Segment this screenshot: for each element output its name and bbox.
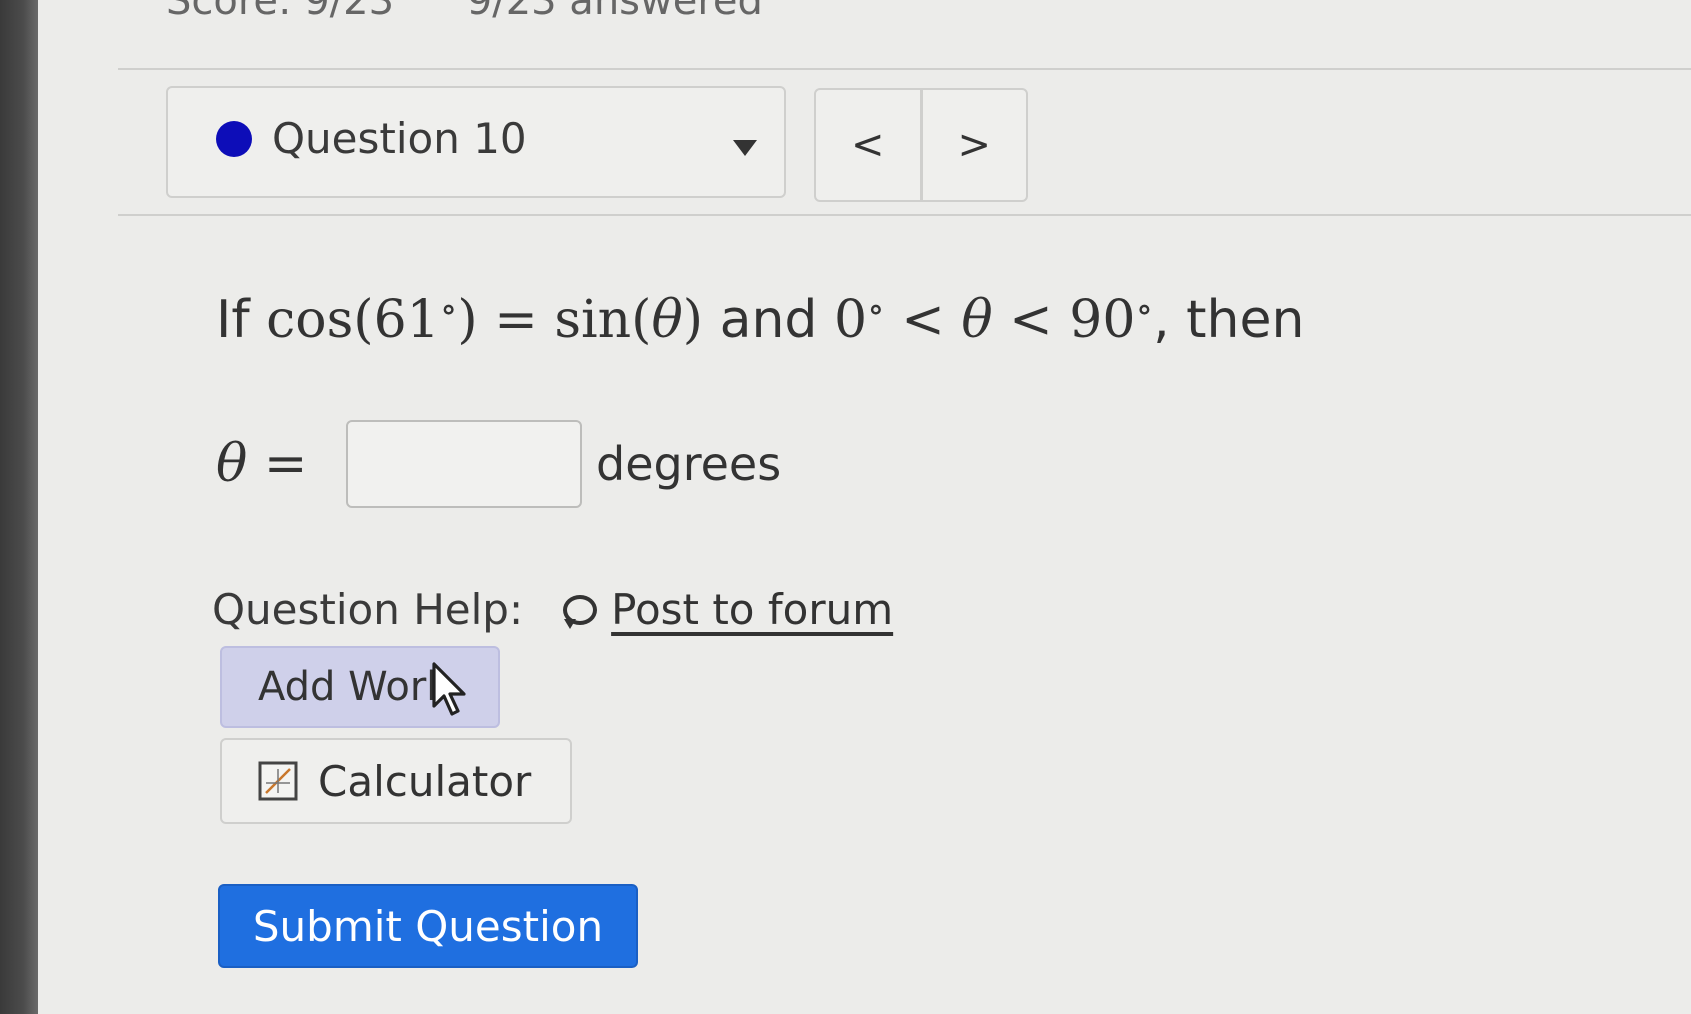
header-divider — [118, 214, 1691, 216]
next-question-button[interactable]: > — [919, 90, 1027, 200]
prompt-cos-close: ) — [457, 290, 478, 350]
score-line: Score: 9/23 9/23 answered — [166, 0, 823, 24]
degree-symbol: ∘ — [1135, 289, 1154, 330]
degree-symbol: ∘ — [867, 289, 885, 330]
prompt-theta: θ — [961, 290, 993, 350]
prompt-sin: sin( — [554, 290, 652, 350]
mouse-pointer-icon — [432, 662, 466, 716]
calculator-icon — [258, 761, 298, 801]
answer-equals: = — [247, 434, 308, 494]
calculator-label: Calculator — [318, 756, 532, 806]
unit-label: degrees — [596, 437, 782, 491]
question-help: Question Help: Post to forum — [212, 585, 893, 634]
previous-question-button[interactable]: < — [816, 90, 920, 200]
prompt-theta: θ — [651, 290, 683, 350]
prompt-then: , then — [1153, 290, 1305, 350]
screen: Score: 9/23 9/23 answered Question 10 < … — [38, 0, 1691, 1014]
answer-input[interactable] — [346, 420, 582, 508]
question-text: If cos(61∘) = sin(θ) and 0∘ < θ < 90∘, t… — [216, 289, 1305, 350]
answer-theta: θ — [216, 434, 248, 494]
answer-label: θ = — [216, 434, 346, 494]
score-text: Score: 9/23 — [166, 0, 395, 24]
monitor-bezel — [0, 0, 38, 1014]
prompt-equals: = — [477, 290, 555, 350]
question-help-label: Question Help: — [212, 585, 524, 634]
caret-down-icon — [733, 140, 757, 156]
chat-bubble-icon[interactable] — [563, 594, 598, 629]
degree-symbol: ∘ — [439, 289, 458, 330]
prompt-cos: cos(61 — [266, 290, 440, 350]
question-status-dot — [216, 121, 252, 157]
top-divider — [118, 68, 1691, 70]
post-to-forum-link[interactable]: Post to forum — [611, 585, 893, 634]
prompt-and: and — [703, 290, 834, 350]
answered-text: 9/23 answered — [466, 0, 763, 24]
prompt-ninety: 90 — [1069, 290, 1136, 350]
prompt-zero: 0 — [833, 290, 868, 350]
prompt-less-than: < — [992, 290, 1070, 350]
answer-row: θ = degrees — [216, 418, 781, 510]
prompt-sin-close: ) — [682, 290, 704, 350]
question-selector-label: Question 10 — [272, 114, 527, 163]
question-selector[interactable]: Question 10 — [166, 86, 786, 198]
calculator-button[interactable]: Calculator — [220, 738, 572, 824]
prompt-less-than: < — [884, 290, 962, 350]
submit-question-button[interactable]: Submit Question — [218, 884, 638, 968]
question-nav: < > — [814, 88, 1028, 202]
prompt-prefix: If — [216, 290, 267, 350]
